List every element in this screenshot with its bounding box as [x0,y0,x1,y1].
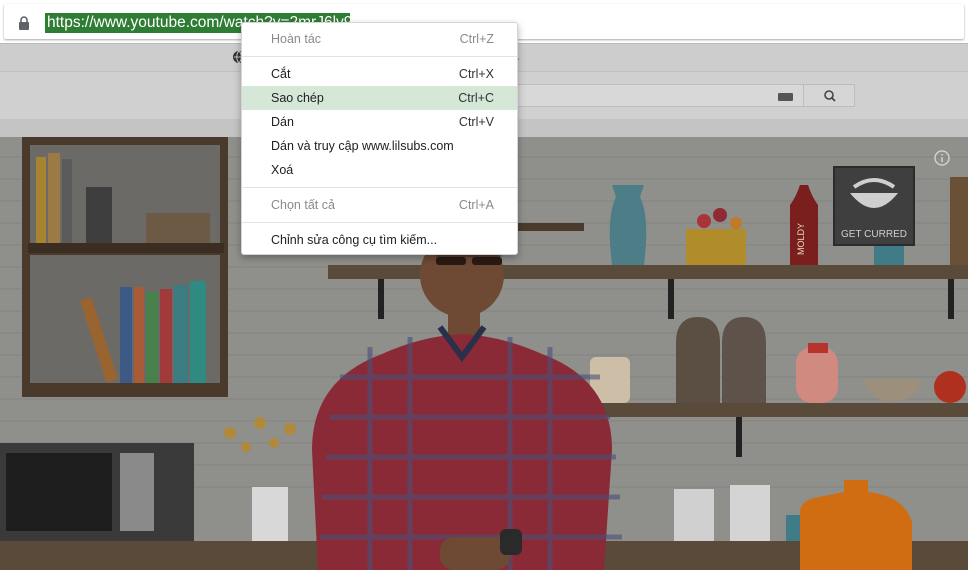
menu-item-label: Dán [271,115,294,129]
menu-item-label: Sao chép [271,91,324,105]
menu-item-shortcut: Ctrl+C [458,91,494,105]
menu-item-undo[interactable]: Hoàn tác Ctrl+Z [242,27,517,51]
menu-item-delete[interactable]: Xoá [242,158,517,182]
menu-item-copy[interactable]: Sao chép Ctrl+C [242,86,517,110]
search-icon [824,90,836,102]
bottle-label: MOLDY [796,223,806,255]
context-menu: Hoàn tác Ctrl+Z Cắt Ctrl+X Sao chép Ctrl… [241,22,518,255]
menu-item-paste[interactable]: Dán Ctrl+V [242,110,517,134]
menu-item-label: Chọn tất cả [271,198,335,212]
menu-separator [242,222,517,223]
channel-logo-text: GET CURRED [841,229,907,240]
lock-icon[interactable] [18,16,30,30]
keyboard-icon[interactable] [778,93,793,101]
info-icon[interactable] [934,150,950,166]
menu-item-label: Dán và truy cập www.lilsubs.com [271,139,454,153]
menu-item-label: Xoá [271,163,294,177]
menu-item-paste-and-go[interactable]: Dán và truy cập www.lilsubs.com [242,134,517,158]
menu-item-edit-search-engines[interactable]: Chỉnh sửa công cụ tìm kiếm... [242,228,517,252]
menu-item-label: Hoàn tác [271,32,322,46]
menu-item-cut[interactable]: Cắt Ctrl+X [242,62,517,86]
menu-item-shortcut: Ctrl+Z [459,32,494,46]
menu-separator [242,187,517,188]
menu-item-label: Cắt [271,67,291,81]
menu-item-shortcut: Ctrl+A [458,198,494,212]
menu-item-select-all[interactable]: Chọn tất cả Ctrl+A [242,193,517,217]
menu-item-shortcut: Ctrl+X [458,67,494,81]
menu-item-shortcut: Ctrl+V [458,115,494,129]
yt-search-input[interactable] [474,84,804,107]
menu-separator [242,56,517,57]
yt-search-button[interactable] [803,84,855,107]
menu-item-label: Chỉnh sửa công cụ tìm kiếm... [271,233,438,247]
